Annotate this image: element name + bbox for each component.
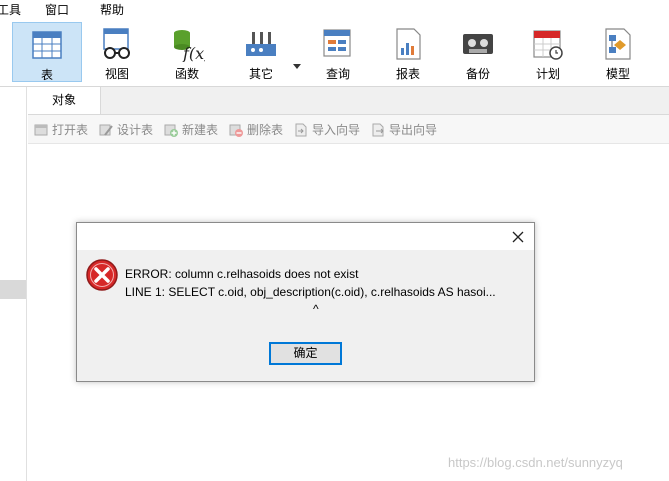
open-table-button[interactable]: 打开表 <box>34 121 88 137</box>
toolbar-schedule-button[interactable]: 计划 <box>513 22 583 82</box>
toolbar-schedule-label: 计划 <box>535 67 560 81</box>
connection-tree-panel[interactable] <box>0 87 27 481</box>
schedule-icon <box>533 30 563 60</box>
import-wizard-label: 导入向导 <box>312 123 361 137</box>
menu-help[interactable]: 帮助 <box>100 1 124 18</box>
toolbar-table-label: 表 <box>40 68 53 82</box>
delete-table-label: 删除表 <box>247 123 284 137</box>
query-icon <box>323 29 351 57</box>
object-toolbar: 打开表 设计表 新建表 删除表 导入向导 导出向导 <box>28 115 669 144</box>
toolbar-other-label: 其它 <box>248 67 273 81</box>
toolbar-function-button[interactable]: f(x) 函数 <box>152 22 222 82</box>
backup-icon <box>463 34 493 54</box>
toolbar-query-button[interactable]: 查询 <box>303 22 373 82</box>
delete-table-button[interactable]: 删除表 <box>229 121 283 137</box>
toolbar-table-button[interactable]: 表 <box>12 22 82 82</box>
import-wizard-button[interactable]: 导入向导 <box>294 121 360 137</box>
toolbar-model-button[interactable]: 模型 <box>583 22 653 82</box>
main-toolbar: 表 视图 f(x) 函数 其它 <box>0 18 669 87</box>
toolbar-query-label: 查询 <box>325 67 350 81</box>
toolbar-other-button[interactable]: 其它 <box>226 22 296 82</box>
new-table-button[interactable]: 新建表 <box>164 121 218 137</box>
toolbar-backup-button[interactable]: 备份 <box>443 22 513 82</box>
toolbar-view-button[interactable]: 视图 <box>82 22 152 82</box>
tree-selected-item[interactable] <box>0 280 26 299</box>
other-dropdown-caret[interactable] <box>293 64 301 69</box>
toolbar-model-label: 模型 <box>605 67 630 81</box>
toolbar-backup-label: 备份 <box>465 67 490 81</box>
export-icon <box>372 123 384 137</box>
toolbar-function-label: 函数 <box>174 67 199 81</box>
design-table-button[interactable]: 设计表 <box>99 121 153 137</box>
open-table-icon <box>34 124 48 136</box>
design-table-label: 设计表 <box>117 123 154 137</box>
toolbar-report-button[interactable]: 报表 <box>373 22 443 82</box>
export-wizard-button[interactable]: 导出向导 <box>371 121 437 137</box>
model-icon <box>605 28 631 60</box>
toolbar-report-label: 报表 <box>395 67 420 81</box>
error-message-line2: LINE 1: SELECT c.oid, obj_description(c.… <box>125 285 496 299</box>
watermark: https://blog.csdn.net/sunnyzyq <box>448 455 623 470</box>
new-table-label: 新建表 <box>182 123 219 137</box>
open-table-label: 打开表 <box>52 123 89 137</box>
function-icon: f(x) <box>174 30 205 62</box>
ok-button[interactable]: 确定 <box>269 342 342 365</box>
toolbar-view-label: 视图 <box>104 67 129 81</box>
other-icon <box>246 32 276 56</box>
import-icon <box>295 123 307 137</box>
design-table-icon <box>99 124 113 136</box>
tab-objects[interactable]: 对象 <box>28 87 101 114</box>
delete-table-icon <box>229 124 243 137</box>
new-table-icon <box>164 124 178 137</box>
svg-text:f(x): f(x) <box>182 44 205 62</box>
menu-tools[interactable]: 工具 <box>0 1 21 18</box>
object-tab-bar: 对象 <box>28 87 669 115</box>
report-icon <box>396 28 421 60</box>
dialog-titlebar[interactable] <box>77 223 534 250</box>
menu-bar: 工具 窗口 帮助 <box>0 0 669 18</box>
error-dialog: ERROR: column c.relhasoids does not exis… <box>76 222 535 382</box>
close-icon[interactable] <box>508 227 528 247</box>
view-icon <box>103 28 130 59</box>
export-wizard-label: 导出向导 <box>389 123 438 137</box>
error-message-caret: ^ <box>313 302 319 316</box>
table-icon <box>32 31 62 59</box>
error-message-line1: ERROR: column c.relhasoids does not exis… <box>125 267 359 281</box>
menu-window[interactable]: 窗口 <box>45 1 69 18</box>
error-icon <box>86 259 118 291</box>
